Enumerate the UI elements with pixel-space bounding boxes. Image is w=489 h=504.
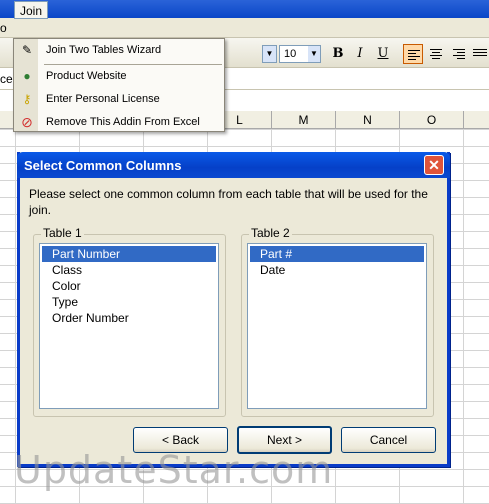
menu-item-label: Remove This Addin From Excel [46, 116, 200, 128]
column-header[interactable]: N [335, 111, 399, 129]
cancel-button[interactable]: Cancel [341, 427, 436, 453]
menu-item-join-wizard[interactable]: ✎ Join Two Tables Wizard [14, 39, 224, 61]
merge-icon [473, 49, 487, 58]
table2-listbox[interactable]: Part # Date [247, 243, 427, 409]
list-item[interactable]: Color [42, 278, 216, 294]
align-left-button[interactable] [403, 44, 423, 64]
watermark: UpdateStar.com [14, 448, 334, 492]
menu-item-enter-license[interactable]: ⚷ Enter Personal License [14, 88, 224, 110]
table1-label: Table 1 [41, 226, 84, 240]
list-item[interactable]: Type [42, 294, 216, 310]
align-left-icon [408, 50, 420, 62]
column-header[interactable]: M [271, 111, 335, 129]
italic-button[interactable]: I [350, 44, 370, 64]
list-item[interactable]: Date [250, 262, 424, 278]
chevron-down-icon[interactable]: ▼ [308, 46, 320, 62]
table1-listbox[interactable]: Part Number Class Color Type Order Numbe… [39, 243, 219, 409]
list-item[interactable]: Order Number [42, 310, 216, 326]
globe-icon: ● [23, 69, 31, 83]
column-header[interactable] [463, 111, 489, 129]
remove-icon: ⊘ [21, 114, 33, 130]
name-box-partial[interactable]: ce [0, 72, 13, 86]
bold-button[interactable]: B [328, 44, 348, 64]
list-item[interactable]: Part # [250, 246, 424, 262]
menu-item-remove-addin[interactable]: ⊘ Remove This Addin From Excel [14, 111, 224, 133]
close-button[interactable]: ✕ [424, 155, 444, 175]
menu-item-label: Join Two Tables Wizard [46, 44, 162, 56]
merge-center-button[interactable] [471, 44, 489, 64]
align-right-button[interactable] [449, 44, 469, 64]
join-wizard-icon: ✎ [21, 43, 33, 57]
font-dropdown-arrow[interactable]: ▼ [262, 45, 277, 63]
menu-join[interactable]: Join [14, 1, 48, 19]
key-icon: ⚷ [22, 92, 32, 106]
dialog-prompt: Please select one common column from eac… [29, 187, 428, 217]
align-center-icon [430, 49, 442, 61]
font-size-dropdown[interactable]: 10 ▼ [279, 45, 321, 63]
menu-item-label: Enter Personal License [46, 93, 160, 105]
menu-bar: o [0, 18, 489, 38]
underline-button[interactable]: U [373, 44, 393, 64]
align-center-button[interactable] [426, 44, 446, 64]
menu-item-product-website[interactable]: ● Product Website [14, 65, 224, 87]
list-item[interactable]: Class [42, 262, 216, 278]
font-size-value: 10 [284, 48, 297, 60]
dialog-title-bar[interactable]: Select Common Columns [17, 152, 450, 178]
align-right-icon [453, 49, 465, 61]
menu-item-partial[interactable]: o [0, 21, 7, 35]
excel-title-bar [0, 0, 489, 18]
column-header[interactable]: O [399, 111, 463, 129]
join-dropdown-menu: ✎ Join Two Tables Wizard ● Product Websi… [13, 38, 225, 132]
dialog-title: Select Common Columns [24, 158, 182, 173]
list-item[interactable]: Part Number [42, 246, 216, 262]
menu-item-label: Product Website [46, 70, 127, 82]
close-icon: ✕ [428, 157, 440, 173]
table2-label: Table 2 [249, 226, 292, 240]
